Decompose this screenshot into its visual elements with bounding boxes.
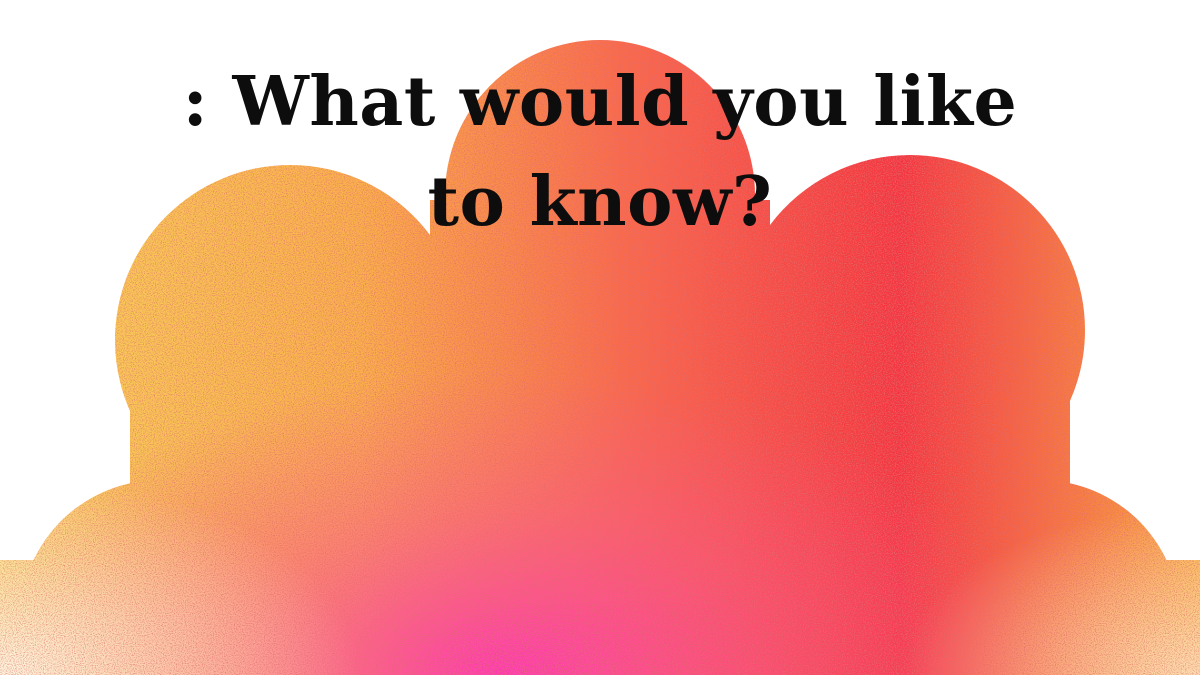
- headline: : What would you like to know?: [0, 52, 1200, 252]
- headline-line-2: to know?: [427, 162, 773, 242]
- headline-line-1: : What would you like: [182, 62, 1018, 142]
- slide-canvas: : What would you like to know?: [0, 0, 1200, 675]
